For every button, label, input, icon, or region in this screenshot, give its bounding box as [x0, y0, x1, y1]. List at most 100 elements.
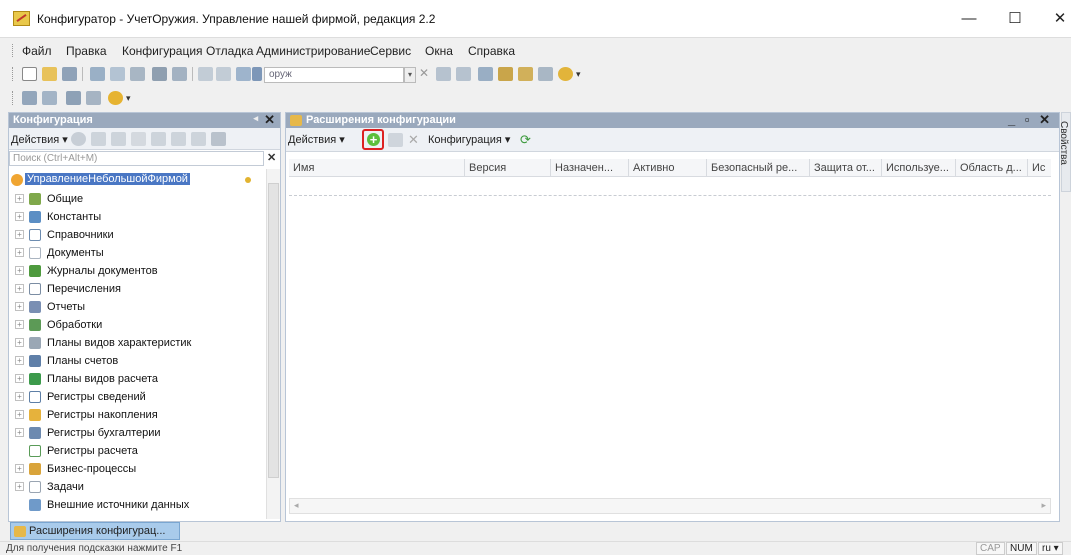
expand-icon[interactable]: + [15, 266, 24, 275]
tree-item-tasks[interactable]: + Задачи [9, 478, 264, 496]
close-button[interactable]: ✕ [1041, 6, 1071, 32]
delete-icon[interactable] [131, 132, 146, 146]
menu-windows[interactable]: Окна [425, 44, 453, 58]
expand-icon[interactable]: + [15, 464, 24, 473]
expand-icon[interactable]: + [15, 320, 24, 329]
syntax-icon[interactable] [538, 67, 553, 81]
undo-icon[interactable] [198, 67, 213, 81]
tree-scrollbar[interactable] [266, 169, 280, 519]
redo-icon[interactable] [216, 67, 231, 81]
tree-item-constants[interactable]: + Константы [9, 208, 264, 226]
preview-icon[interactable] [172, 67, 187, 81]
menu-debug[interactable]: Отладка [206, 44, 253, 58]
tree-item-chart-of-calculation-types[interactable]: + Планы видов расчета [9, 370, 264, 388]
toolbar-more-icon[interactable]: ▾ [576, 69, 584, 83]
window-controls[interactable]: _ ▫ ✕ [1008, 112, 1053, 128]
config-window-icon[interactable] [86, 91, 101, 105]
edit-extension-icon[interactable] [388, 133, 403, 147]
add-icon[interactable] [71, 132, 86, 146]
toolbar-grip-icon[interactable] [12, 67, 15, 81]
menu-help[interactable]: Справка [468, 44, 515, 58]
tree-item-accounting-registers[interactable]: + Регистры бухгалтерии [9, 424, 264, 442]
tree-scrollbar-thumb[interactable] [268, 183, 279, 478]
open-file-icon[interactable] [42, 67, 57, 81]
tree-item-external-data-sources[interactable]: Внешние источники данных [9, 496, 264, 514]
column-active[interactable]: Активно [629, 159, 707, 177]
expand-icon[interactable]: + [15, 338, 24, 347]
cut-icon[interactable] [90, 67, 105, 81]
expand-icon[interactable]: + [15, 194, 24, 203]
search-dropdown-icon[interactable]: ▾ [404, 67, 416, 83]
menu-service[interactable]: Сервис [370, 44, 411, 58]
configuration-menu-button[interactable]: Конфигурация ▾ [428, 133, 510, 146]
tree-item-data-processors[interactable]: + Обработки [9, 316, 264, 334]
update-db-icon[interactable] [66, 91, 81, 105]
toolbar-grip-icon[interactable] [12, 91, 15, 105]
tree-item-accumulation-registers[interactable]: + Регистры накопления [9, 406, 264, 424]
minimize-button[interactable]: — [950, 6, 988, 32]
properties-side-tab[interactable]: Свойства [1058, 112, 1071, 192]
column-version[interactable]: Версия [465, 159, 551, 177]
column-purpose[interactable]: Назначен... [551, 159, 629, 177]
tree-search-input[interactable]: Поиск (Ctrl+Alt+M) [9, 151, 264, 166]
save-icon[interactable] [62, 67, 77, 81]
tree-item-document-journals[interactable]: + Журналы документов [9, 262, 264, 280]
tree-item-common[interactable]: + Общие [9, 190, 264, 208]
expand-icon[interactable]: + [15, 212, 24, 221]
close-panel-icon[interactable]: ✕ [264, 112, 275, 128]
move-down-icon[interactable] [171, 132, 186, 146]
maximize-button[interactable]: ☐ [996, 6, 1034, 32]
print-icon[interactable] [152, 67, 167, 81]
sort-icon[interactable] [191, 132, 206, 146]
search-icon[interactable] [252, 67, 262, 81]
expand-icon[interactable]: + [15, 428, 24, 437]
expand-icon[interactable]: + [15, 482, 24, 491]
delete-extension-icon[interactable]: ✕ [406, 133, 421, 147]
column-safe-mode[interactable]: Безопасный ре... [707, 159, 810, 177]
expand-icon[interactable]: + [15, 356, 24, 365]
column-name[interactable]: Имя [289, 159, 465, 177]
add-extension-button[interactable] [362, 129, 384, 150]
tree-root-label[interactable]: УправлениеНебольшойФирмой [25, 173, 190, 185]
tree-item-enums[interactable]: + Перечисления [9, 280, 264, 298]
tree-item-catalogs[interactable]: + Справочники [9, 226, 264, 244]
language-indicator[interactable]: ru ▾ [1038, 542, 1063, 555]
menu-edit[interactable]: Правка [66, 44, 107, 58]
info-icon[interactable] [558, 67, 573, 81]
tree-item-business-processes[interactable]: + Бизнес-процессы [9, 460, 264, 478]
column-protection[interactable]: Защита от... [810, 159, 882, 177]
debug-start-icon[interactable] [108, 91, 123, 105]
tree-item-chart-of-accounts[interactable]: + Планы счетов [9, 352, 264, 370]
expand-icon[interactable]: + [15, 302, 24, 311]
expand-icon[interactable]: + [15, 410, 24, 419]
tree-item-reports[interactable]: + Отчеты [9, 298, 264, 316]
actions-menu-button[interactable]: Действия ▾ [11, 133, 68, 146]
tools-icon[interactable] [498, 67, 513, 81]
filter-icon[interactable] [211, 132, 226, 146]
move-up-icon[interactable] [151, 132, 166, 146]
open-config-icon[interactable] [22, 91, 37, 105]
tree-item-documents[interactable]: + Документы [9, 244, 264, 262]
horizontal-scrollbar[interactable]: ◂ ▸ [289, 498, 1051, 514]
copy-icon[interactable] [111, 132, 126, 146]
find-icon[interactable] [236, 67, 251, 81]
search-clear-icon[interactable]: ✕ [419, 66, 429, 80]
new-file-icon[interactable] [22, 67, 37, 81]
find-next-icon[interactable] [436, 67, 451, 81]
column-scope[interactable]: Область д... [956, 159, 1028, 177]
copy-icon[interactable] [110, 67, 125, 81]
scroll-left-icon[interactable]: ◂ [294, 500, 299, 511]
column-source[interactable]: Ис [1028, 159, 1051, 177]
paste-icon[interactable] [130, 67, 145, 81]
edit-icon[interactable] [91, 132, 106, 146]
tree-search-clear-icon[interactable]: ✕ [267, 151, 276, 164]
menu-file[interactable]: Файл [22, 44, 52, 58]
window-icon[interactable] [478, 67, 493, 81]
tree-item-information-registers[interactable]: + Регистры сведений [9, 388, 264, 406]
menu-configuration[interactable]: Конфигурация [122, 44, 203, 58]
refresh-icon[interactable]: ⟳ [518, 133, 533, 147]
expand-icon[interactable]: + [15, 374, 24, 383]
hint-icon[interactable] [518, 67, 533, 81]
expand-icon[interactable]: + [15, 248, 24, 257]
expand-icon[interactable]: + [15, 392, 24, 401]
